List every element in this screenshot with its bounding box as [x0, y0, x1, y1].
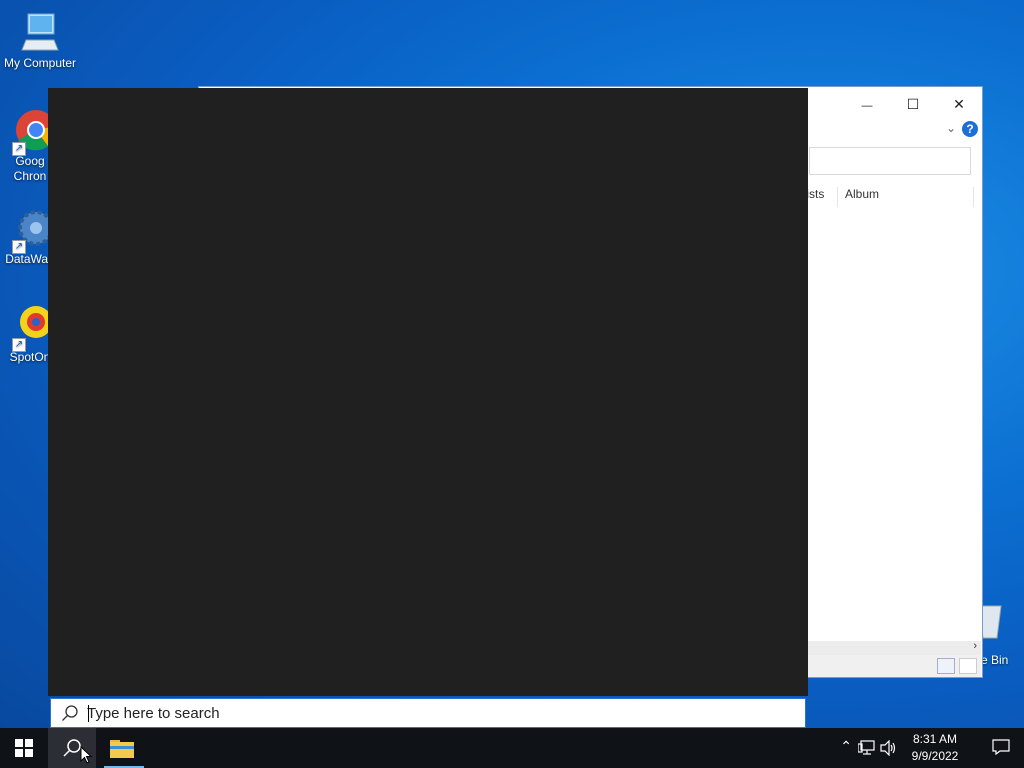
- taskbar-file-explorer-button[interactable]: [100, 728, 148, 768]
- folder-icon: [110, 740, 134, 758]
- shortcut-arrow-icon: ↗: [12, 240, 26, 254]
- search-results-panel: [48, 88, 808, 696]
- close-icon: ✕: [953, 96, 965, 112]
- search-input[interactable]: [87, 702, 787, 724]
- window-search-field[interactable]: [809, 147, 971, 175]
- details-view-icon[interactable]: [937, 658, 955, 674]
- help-icon[interactable]: ?: [962, 121, 978, 137]
- start-button[interactable]: [0, 728, 48, 768]
- shortcut-arrow-icon: ↗: [12, 142, 26, 156]
- computer-icon: [18, 10, 62, 54]
- column-divider: [973, 187, 974, 207]
- volume-icon[interactable]: [880, 740, 898, 756]
- shortcut-arrow-icon: ↗: [12, 338, 26, 352]
- notification-icon[interactable]: [992, 739, 1010, 755]
- network-icon[interactable]: [858, 740, 876, 756]
- column-header-album[interactable]: Album: [845, 187, 879, 201]
- minimize-icon: —: [861, 100, 873, 112]
- windows-logo-icon: [15, 739, 33, 757]
- search-icon: [62, 705, 78, 721]
- taskbar-search-button[interactable]: [48, 728, 96, 768]
- column-divider: [837, 187, 838, 207]
- clock-date: 9/9/2022: [911, 749, 959, 763]
- desktop-icon-label: My Computer: [3, 56, 77, 70]
- taskbar: ⌃ 8:31 AM 9/9/2022: [0, 728, 1024, 768]
- minimize-button[interactable]: —: [844, 93, 890, 115]
- taskbar-clock[interactable]: 8:31 AM 9/9/2022: [908, 731, 962, 765]
- large-icons-view-icon[interactable]: [959, 658, 977, 674]
- text-caret: [88, 705, 89, 722]
- mouse-cursor-icon: [80, 746, 92, 764]
- search-box[interactable]: [50, 698, 806, 728]
- desktop-icon-label: e Bin: [981, 653, 1009, 667]
- desktop-icon-my-computer[interactable]: My Computer: [0, 10, 80, 71]
- scroll-right-icon[interactable]: ›: [973, 640, 977, 652]
- status-bar: [799, 655, 981, 677]
- clock-time: 8:31 AM: [912, 732, 958, 746]
- chevron-up-icon[interactable]: ⌃: [840, 738, 852, 755]
- search-icon: [63, 739, 81, 757]
- maximize-icon: ☐: [906, 96, 920, 112]
- chevron-down-icon[interactable]: ⌄: [946, 121, 956, 135]
- close-button[interactable]: ✕: [936, 93, 982, 115]
- horizontal-scrollbar[interactable]: ›: [799, 640, 981, 655]
- maximize-button[interactable]: ☐: [890, 93, 936, 115]
